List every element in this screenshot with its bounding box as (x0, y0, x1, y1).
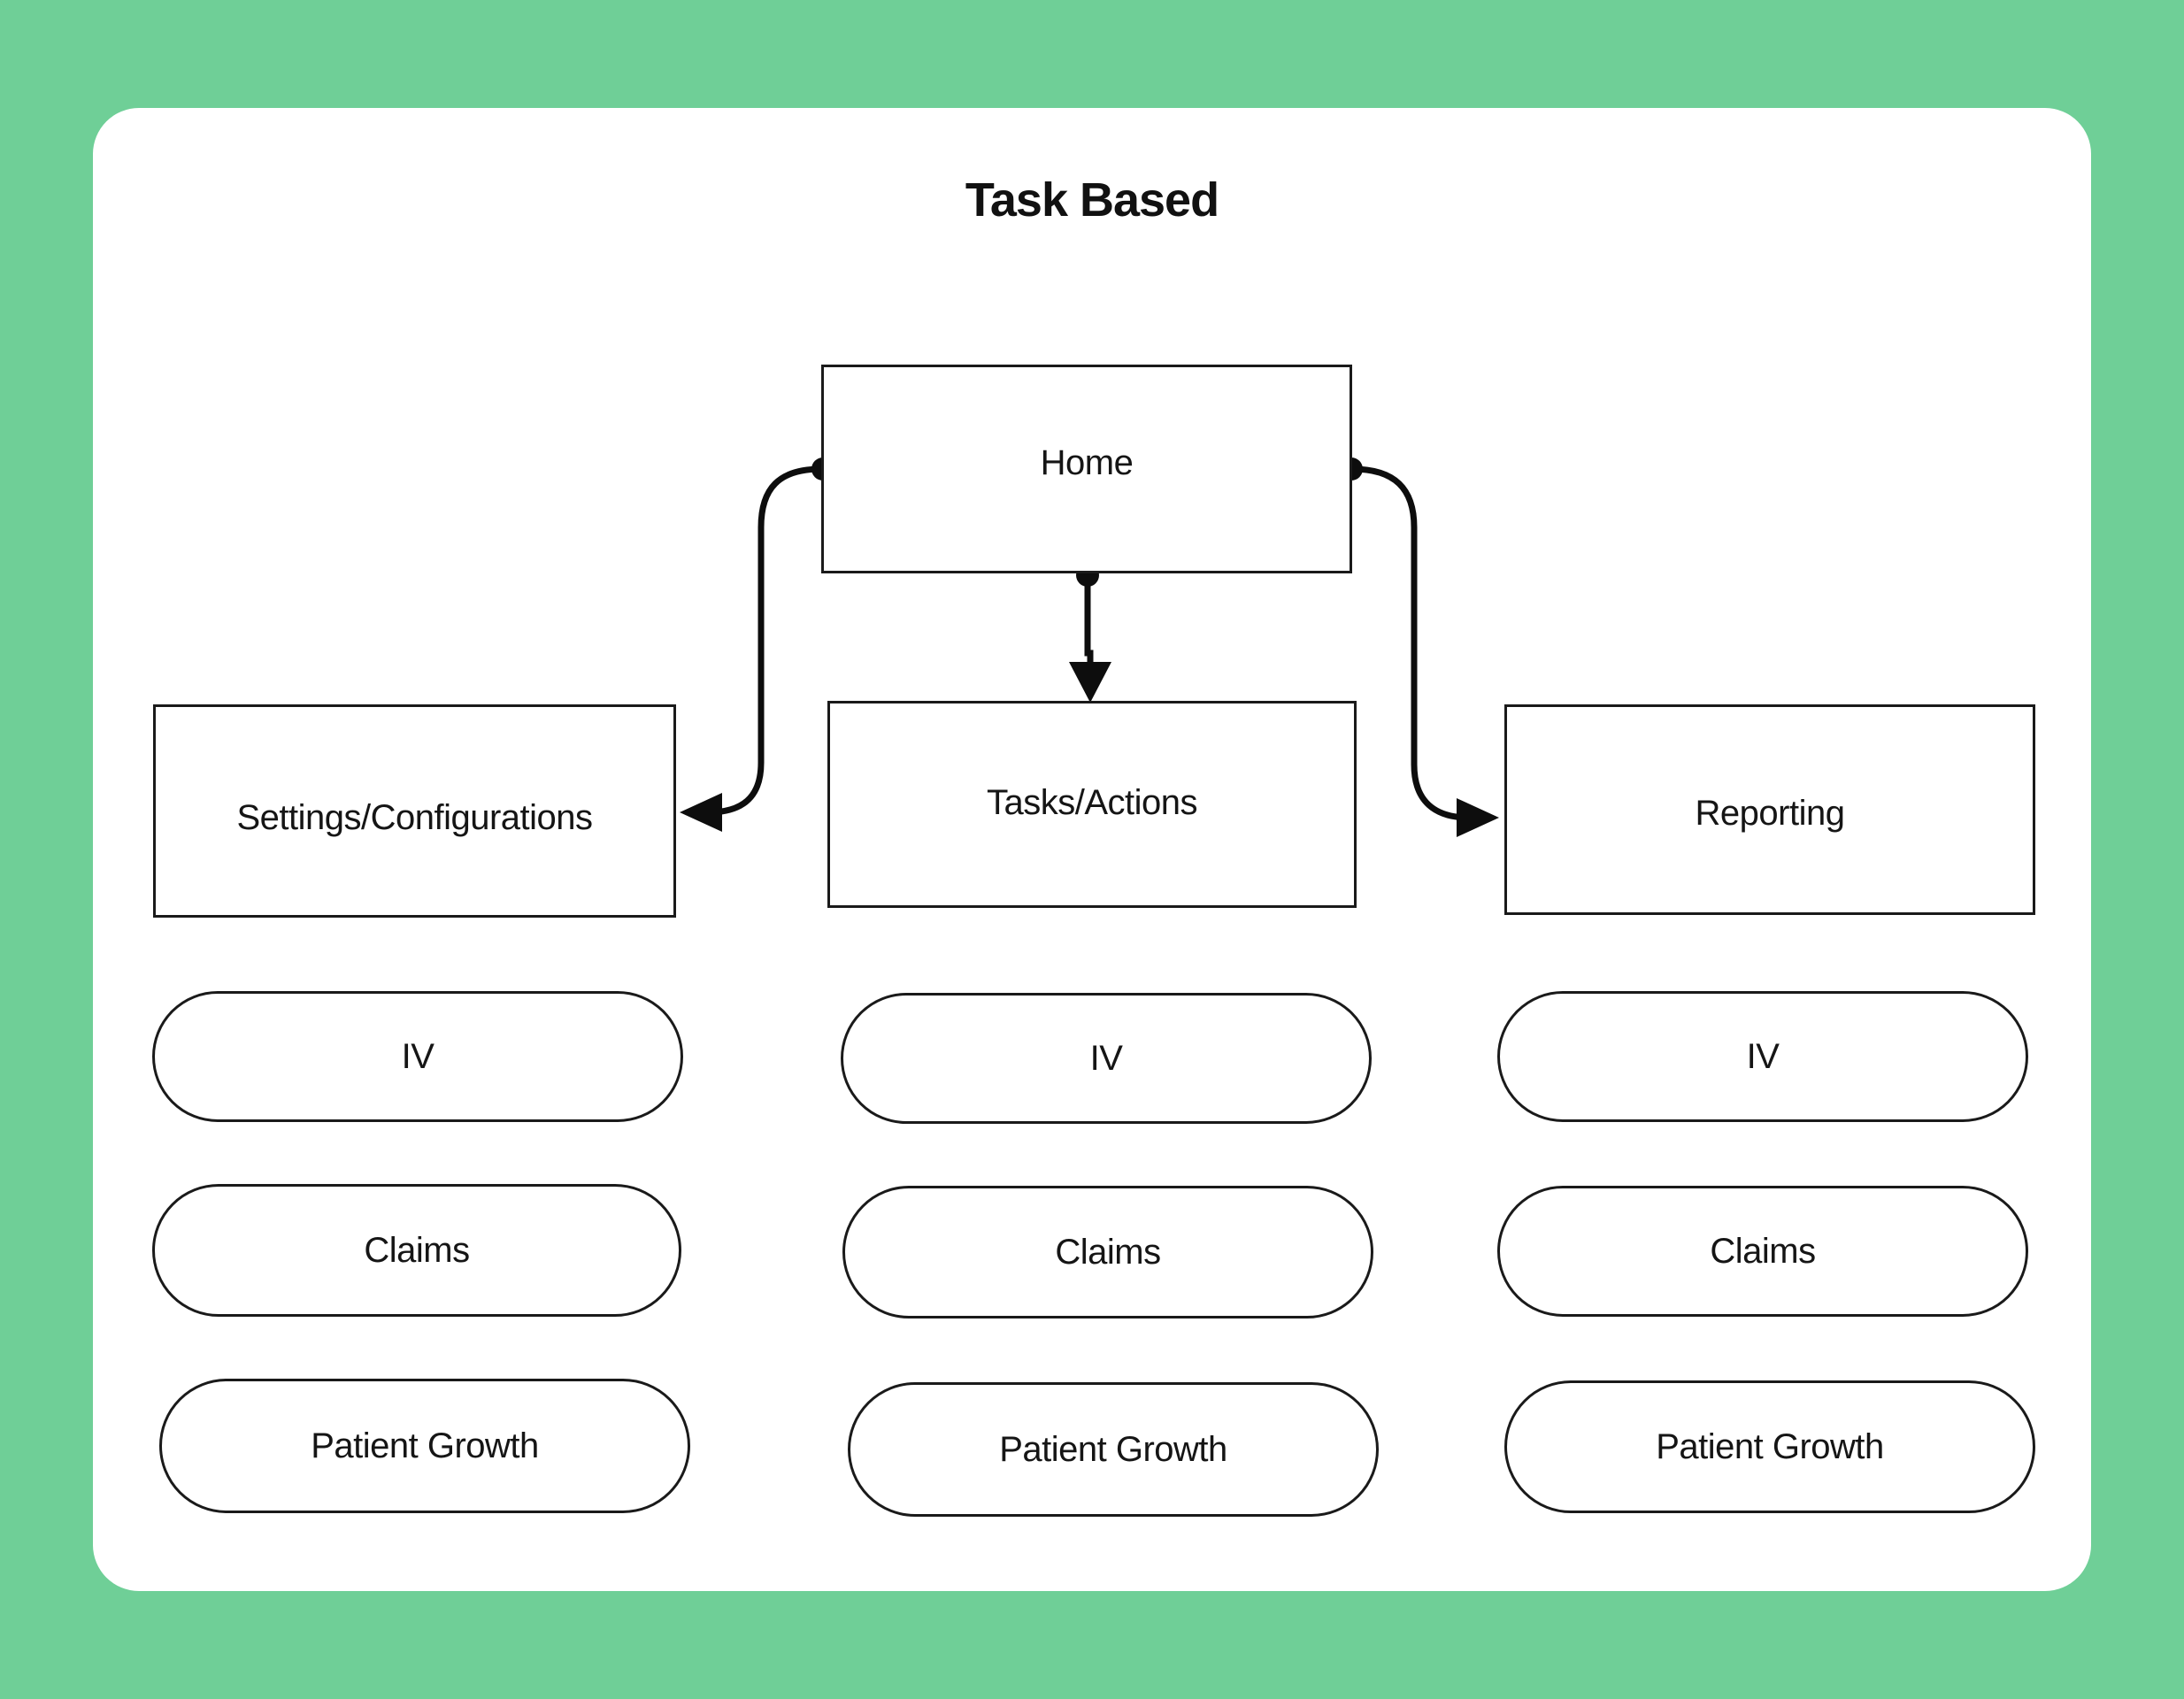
pill-tasks-iv-label: IV (1089, 1038, 1123, 1078)
pill-settings-iv-label: IV (401, 1036, 434, 1076)
pill-reporting-iv-label: IV (1746, 1036, 1780, 1076)
pill-settings-claims-label: Claims (364, 1230, 470, 1270)
node-reporting[interactable]: Reporting (1504, 704, 2035, 915)
pill-settings-patient-growth[interactable]: Patient Growth (159, 1379, 690, 1513)
node-tasks-actions-label: Tasks/Actions (986, 782, 1198, 822)
node-tasks-actions[interactable]: Tasks/Actions (827, 701, 1357, 908)
page-title: Task Based (965, 173, 1219, 227)
pill-tasks-patient-growth-label: Patient Growth (999, 1429, 1227, 1469)
pill-settings-iv[interactable]: IV (152, 991, 683, 1122)
pill-tasks-patient-growth[interactable]: Patient Growth (848, 1382, 1379, 1517)
node-home[interactable]: Home (821, 365, 1352, 573)
node-reporting-label: Reporting (1695, 793, 1845, 833)
pill-reporting-patient-growth-label: Patient Growth (1656, 1426, 1884, 1466)
pill-reporting-iv[interactable]: IV (1497, 991, 2028, 1122)
node-settings-configurations[interactable]: Settings/Configurations (153, 704, 676, 918)
pill-tasks-iv[interactable]: IV (841, 993, 1372, 1124)
node-home-label: Home (1040, 442, 1134, 482)
pill-reporting-claims[interactable]: Claims (1497, 1186, 2028, 1317)
diagram-canvas: Task Based Home Settings/Configurations … (0, 0, 2184, 1699)
pill-reporting-claims-label: Claims (1710, 1231, 1816, 1271)
pill-reporting-patient-growth[interactable]: Patient Growth (1504, 1380, 2035, 1513)
pill-tasks-claims-label: Claims (1055, 1232, 1161, 1272)
pill-tasks-claims[interactable]: Claims (842, 1186, 1373, 1318)
node-settings-configurations-label: Settings/Configurations (236, 798, 593, 837)
pill-settings-patient-growth-label: Patient Growth (311, 1426, 539, 1465)
pill-settings-claims[interactable]: Claims (152, 1184, 681, 1317)
